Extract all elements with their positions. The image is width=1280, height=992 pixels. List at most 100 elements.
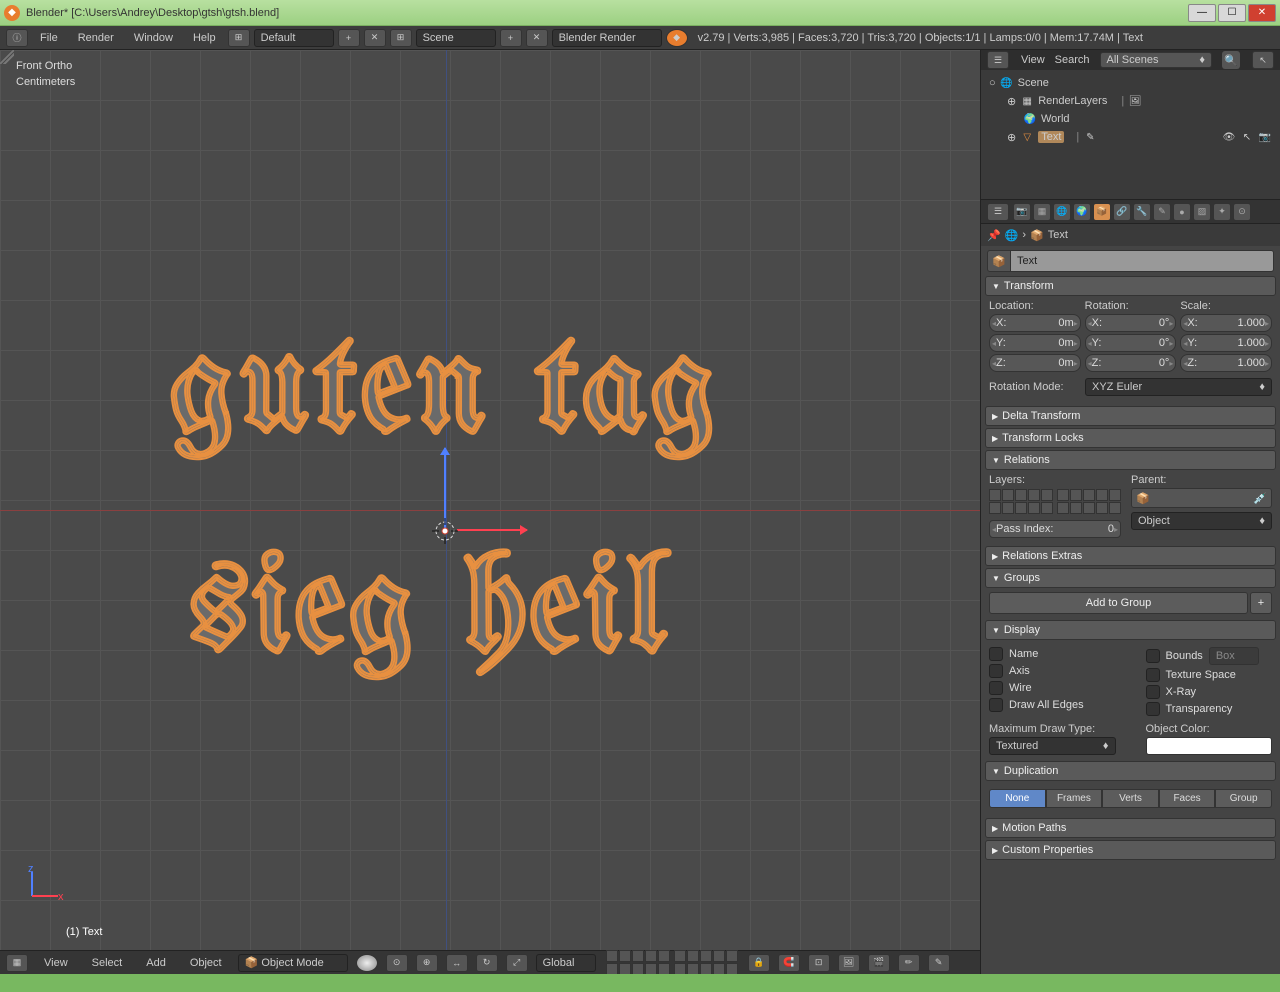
dup-faces[interactable]: Faces bbox=[1159, 789, 1216, 808]
add-group-plus-button[interactable]: + bbox=[1250, 592, 1272, 614]
image-icon[interactable]: 🖼 bbox=[1128, 94, 1142, 108]
gpencil-icon[interactable]: ✏ bbox=[898, 954, 920, 972]
tree-scene[interactable]: Scene bbox=[1018, 77, 1049, 89]
menu-render[interactable]: Render bbox=[68, 26, 124, 50]
tab-physics[interactable]: ⊙ bbox=[1233, 203, 1251, 221]
menu-help[interactable]: Help bbox=[183, 26, 226, 50]
section-transform-locks[interactable]: Transform Locks bbox=[985, 428, 1276, 448]
eyedropper-icon[interactable]: 💉 bbox=[1253, 492, 1267, 505]
snap-icon[interactable]: 🧲 bbox=[778, 954, 800, 972]
dup-frames[interactable]: Frames bbox=[1046, 789, 1103, 808]
rotation-z[interactable]: Z:0° bbox=[1085, 354, 1177, 372]
check-bounds[interactable] bbox=[1146, 649, 1160, 663]
tab-material[interactable]: ● bbox=[1173, 203, 1191, 221]
properties-editor-icon[interactable]: ☰ bbox=[987, 203, 1009, 221]
check-transparency[interactable] bbox=[1146, 702, 1160, 716]
minimize-button[interactable]: — bbox=[1188, 4, 1216, 22]
view3d-editor-icon[interactable]: ▦ bbox=[6, 954, 28, 972]
outliner-display-mode[interactable]: All Scenes♦ bbox=[1100, 52, 1212, 68]
scene-browse-icon[interactable]: ⊞ bbox=[390, 29, 412, 47]
object-name-input[interactable] bbox=[1011, 250, 1274, 272]
properties-body[interactable]: 📦 Transform Location: X:0m Y:0m Z:0m R bbox=[981, 246, 1280, 974]
pivot-icon[interactable]: ⊙ bbox=[386, 954, 408, 972]
section-delta-transform[interactable]: Delta Transform bbox=[985, 406, 1276, 426]
gizmo-x-arrow[interactable] bbox=[457, 529, 527, 531]
location-x[interactable]: X:0m bbox=[989, 314, 1081, 332]
view3d-menu-add[interactable]: Add bbox=[136, 951, 176, 975]
outliner-filter-icon[interactable]: ↖ bbox=[1252, 51, 1274, 69]
parent-type-select[interactable]: Object♦ bbox=[1131, 512, 1272, 530]
mode-select[interactable]: 📦 Object Mode bbox=[238, 954, 348, 972]
layers-grid[interactable] bbox=[989, 489, 1121, 514]
os-taskbar[interactable] bbox=[0, 974, 1280, 992]
view3d-menu-object[interactable]: Object bbox=[180, 951, 232, 975]
check-texture-space[interactable] bbox=[1146, 668, 1160, 682]
viewport-layers[interactable] bbox=[606, 950, 738, 975]
gpencil-mode-icon[interactable]: ✎ bbox=[928, 954, 950, 972]
menu-window[interactable]: Window bbox=[124, 26, 183, 50]
lock-camera-icon[interactable]: 🔒 bbox=[748, 954, 770, 972]
manipulator-translate-icon[interactable]: ↔ bbox=[446, 954, 468, 972]
visibility-icon[interactable]: 👁 bbox=[1222, 130, 1236, 144]
tree-renderlayers[interactable]: RenderLayers bbox=[1038, 95, 1107, 107]
section-duplication[interactable]: Duplication bbox=[985, 761, 1276, 781]
scale-z[interactable]: Z:1.000 bbox=[1180, 354, 1272, 372]
screen-layout-select[interactable]: Default bbox=[254, 29, 334, 47]
scene-add-icon[interactable]: + bbox=[500, 29, 522, 47]
rotation-x[interactable]: X:0° bbox=[1085, 314, 1177, 332]
object-name-field[interactable]: 📦 bbox=[987, 250, 1274, 272]
duplication-type[interactable]: None Frames Verts Faces Group bbox=[989, 789, 1272, 808]
tab-render[interactable]: 📷 bbox=[1013, 203, 1031, 221]
screen-add-icon[interactable]: + bbox=[338, 29, 360, 47]
scene-delete-icon[interactable]: ✕ bbox=[526, 29, 548, 47]
max-draw-type-select[interactable]: Textured♦ bbox=[989, 737, 1116, 755]
dup-none[interactable]: None bbox=[989, 789, 1046, 808]
outliner-menu-search[interactable]: Search bbox=[1055, 54, 1090, 66]
tree-text[interactable]: Text bbox=[1038, 131, 1064, 143]
tab-renderlayers[interactable]: ▦ bbox=[1033, 203, 1051, 221]
tab-world[interactable]: 🌍 bbox=[1073, 203, 1091, 221]
area-corner-icon[interactable] bbox=[0, 50, 14, 64]
tab-constraints[interactable]: 🔗 bbox=[1113, 203, 1131, 221]
rotation-y[interactable]: Y:0° bbox=[1085, 334, 1177, 352]
transform-orientation[interactable]: Global bbox=[536, 954, 596, 972]
tree-world[interactable]: World bbox=[1041, 113, 1070, 125]
view3d-menu-select[interactable]: Select bbox=[82, 951, 133, 975]
menu-file[interactable]: File bbox=[30, 26, 68, 50]
scale-x[interactable]: X:1.000 bbox=[1180, 314, 1272, 332]
check-name[interactable] bbox=[989, 647, 1003, 661]
check-axis[interactable] bbox=[989, 664, 1003, 678]
tab-scene[interactable]: 🌐 bbox=[1053, 203, 1071, 221]
render-anim-icon[interactable]: 🎬 bbox=[868, 954, 890, 972]
text-object-line2[interactable]: sieg heil bbox=[190, 540, 669, 685]
location-z[interactable]: Z:0m bbox=[989, 354, 1081, 372]
3d-viewport[interactable]: Front Ortho Centimeters guten tag sieg h… bbox=[0, 50, 980, 974]
section-motion-paths[interactable]: Motion Paths bbox=[985, 818, 1276, 838]
editor-type-icon[interactable]: ⓘ bbox=[6, 29, 28, 47]
section-relations[interactable]: Relations bbox=[985, 450, 1276, 470]
section-transform[interactable]: Transform bbox=[985, 276, 1276, 296]
manipulator-rotate-icon[interactable]: ↻ bbox=[476, 954, 498, 972]
search-icon[interactable]: 🔍 bbox=[1222, 51, 1240, 69]
screen-delete-icon[interactable]: ✕ bbox=[364, 29, 386, 47]
snap-element-icon[interactable]: ⊡ bbox=[808, 954, 830, 972]
shading-mode-icon[interactable] bbox=[356, 954, 378, 972]
text-data-icon[interactable]: ✎ bbox=[1083, 130, 1097, 144]
tab-modifiers[interactable]: 🔧 bbox=[1133, 203, 1151, 221]
view3d-menu-view[interactable]: View bbox=[34, 951, 78, 975]
gizmo-z-arrow[interactable] bbox=[444, 448, 446, 528]
manipulator-icon[interactable]: ⊕ bbox=[416, 954, 438, 972]
parent-object-field[interactable]: 📦💉 bbox=[1131, 488, 1272, 508]
check-draw-all-edges[interactable] bbox=[989, 698, 1003, 712]
location-y[interactable]: Y:0m bbox=[989, 334, 1081, 352]
check-wire[interactable] bbox=[989, 681, 1003, 695]
manipulator-scale-icon[interactable]: ⤢ bbox=[506, 954, 528, 972]
tab-data[interactable]: ✎ bbox=[1153, 203, 1171, 221]
outliner-editor-icon[interactable]: ☰ bbox=[987, 51, 1009, 69]
tab-particles[interactable]: ✦ bbox=[1213, 203, 1231, 221]
dup-verts[interactable]: Verts bbox=[1102, 789, 1159, 808]
object-color-swatch[interactable] bbox=[1146, 737, 1273, 755]
add-to-group-button[interactable]: Add to Group bbox=[989, 592, 1248, 614]
scene-select[interactable]: Scene bbox=[416, 29, 496, 47]
section-display[interactable]: Display bbox=[985, 620, 1276, 640]
